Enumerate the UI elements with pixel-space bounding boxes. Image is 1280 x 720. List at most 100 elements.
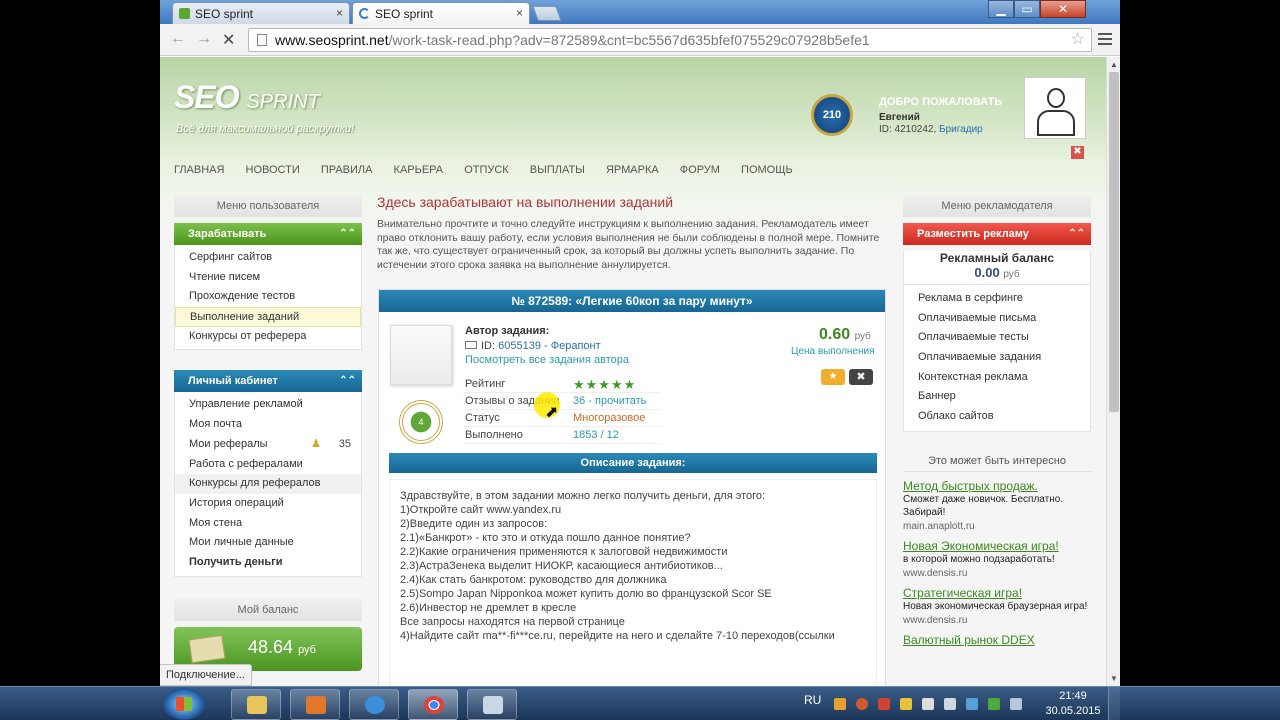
scrollbar-thumb[interactable] xyxy=(1109,72,1119,412)
avatar[interactable] xyxy=(1024,77,1086,139)
user-name: Евгений xyxy=(879,112,920,123)
taskbar-app[interactable] xyxy=(467,689,517,720)
favorite-star-button[interactable]: ★ xyxy=(821,369,845,385)
menu-item-site-cloud[interactable]: Облако сайтов xyxy=(904,407,1090,427)
nav-payouts[interactable]: Выплаты xyxy=(530,164,585,176)
taskbar-chrome[interactable] xyxy=(408,689,458,720)
tab-close-icon[interactable]: × xyxy=(336,6,343,20)
language-indicator[interactable]: RU xyxy=(804,693,821,707)
menu-item-withdraw[interactable]: Получить деньги xyxy=(175,553,361,573)
show-desktop-button[interactable] xyxy=(1108,687,1120,720)
chevron-up-icon: ⌃⌃ xyxy=(1068,228,1085,239)
description-header: Описание задания: xyxy=(389,453,877,473)
network-icon[interactable] xyxy=(966,698,978,710)
menu-item-contests[interactable]: Конкурсы от реферера xyxy=(175,327,361,347)
ad-description: в которой можно подзаработать! xyxy=(903,553,1055,565)
status-bar: Подключение... xyxy=(160,664,252,686)
reviews-link[interactable]: 36 - прочитать xyxy=(573,393,646,410)
menu-item-paid-letters[interactable]: Оплачиваемые письма xyxy=(904,309,1090,329)
menu-item-surfing[interactable]: Серфинг сайтов xyxy=(175,248,361,268)
tab-label: SEO sprint xyxy=(375,7,434,21)
menu-item-tests[interactable]: Прохождение тестов xyxy=(175,287,361,307)
menu-item-referral-contests[interactable]: Конкурсы для рефералов xyxy=(175,474,361,494)
ad-title-link[interactable]: Новая Экономическая игра! xyxy=(903,539,1091,553)
tray-network-warning-icon[interactable] xyxy=(878,698,890,710)
nav-vacation[interactable]: Отпуск xyxy=(464,164,509,176)
tray-muted-icon[interactable] xyxy=(922,698,934,710)
menu-item-paid-tasks[interactable]: Оплачиваемые задания xyxy=(904,348,1090,368)
scroll-down-icon[interactable]: ▼ xyxy=(1110,674,1118,683)
see-all-author-tasks-link[interactable]: Посмотреть все задания автора xyxy=(465,354,629,366)
address-bar[interactable]: www.seosprint.net/work-task-read.php?adv… xyxy=(248,28,1092,52)
tab-strip: SEO sprint × SEO sprint × ▁ ▭ ✕ xyxy=(160,0,1120,24)
close-icon[interactable]: ✖ xyxy=(1071,146,1084,159)
tray-app-icon[interactable] xyxy=(834,698,846,710)
user-rank-link[interactable]: Бригадир xyxy=(939,124,983,135)
menu-item-ad-surfing[interactable]: Реклама в серфинге xyxy=(904,289,1090,309)
interest-title: Это может быть интересно xyxy=(903,450,1091,472)
nav-rules[interactable]: Правила xyxy=(321,164,373,176)
taskbar-media-player[interactable] xyxy=(290,689,340,720)
nav-forum[interactable]: Форум xyxy=(680,164,720,176)
tab-seosprint-1[interactable]: SEO sprint × xyxy=(172,2,350,24)
ad-item: Стратегическая игра! Новая экономическая… xyxy=(903,586,1091,626)
new-tab-button[interactable] xyxy=(532,6,562,21)
menu-item-wall[interactable]: Моя стена xyxy=(175,514,361,534)
chrome-menu-icon[interactable] xyxy=(1098,33,1112,48)
envelope-icon[interactable] xyxy=(465,341,477,349)
maximize-button[interactable]: ▭ xyxy=(1014,0,1040,18)
volume-icon[interactable] xyxy=(944,698,956,710)
menu-item-history[interactable]: История операций xyxy=(175,494,361,514)
place-ad-button[interactable]: Разместить рекламу ⌃⌃ xyxy=(903,223,1091,245)
ad-title-link[interactable]: Стратегическая игра! xyxy=(903,586,1091,600)
menu-item-personal-data[interactable]: Мои личные данные xyxy=(175,533,361,553)
tray-app-icon[interactable] xyxy=(856,698,868,710)
user-id: ID: 4210242, Бригадир xyxy=(879,124,983,135)
earn-section-header[interactable]: Зарабатывать ⌃⌃ xyxy=(174,223,362,245)
cabinet-section-header[interactable]: Личный кабинет ⌃⌃ xyxy=(174,370,362,393)
menu-item-context-ads[interactable]: Контекстная реклама xyxy=(904,368,1090,388)
nav-help[interactable]: Помощь xyxy=(741,164,793,176)
balance-amount: 48.64 руб xyxy=(248,636,316,657)
tray-app-icon[interactable] xyxy=(988,698,1000,710)
vertical-scrollbar[interactable]: ▲ ▼ xyxy=(1106,57,1120,686)
tab-seosprint-2[interactable]: SEO sprint × xyxy=(352,2,530,24)
money-icon xyxy=(188,634,226,663)
chevron-up-icon: ⌃⌃ xyxy=(339,375,356,387)
ad-item: Валютный рынок DDEX xyxy=(903,633,1091,647)
site-logo[interactable]: SEO SPRINT xyxy=(174,79,320,116)
stat-done: Выполнено 1853 / 12 xyxy=(463,427,661,444)
nav-career[interactable]: Карьера xyxy=(394,164,444,176)
back-icon[interactable]: ← xyxy=(170,30,186,48)
nav-home[interactable]: Главная xyxy=(174,164,224,176)
menu-item-paid-tests[interactable]: Оплачиваемые тесты xyxy=(904,328,1090,348)
tray-app-icon[interactable] xyxy=(900,698,912,710)
internet-explorer-icon xyxy=(365,696,385,714)
bookmark-star-icon[interactable]: ☆ xyxy=(1071,29,1085,51)
ad-title-link[interactable]: Валютный рынок DDEX xyxy=(903,633,1091,647)
menu-item-tasks[interactable]: Выполнение заданий xyxy=(175,307,361,327)
menu-item-mail[interactable]: Моя почта xyxy=(175,415,361,435)
ad-url: www.densis.ru xyxy=(903,567,968,579)
ad-title-link[interactable]: Метод быстрых продаж. xyxy=(903,479,1091,493)
menu-item-referral-work[interactable]: Работа с рефералами xyxy=(175,455,361,475)
close-window-button[interactable]: ✕ xyxy=(1040,0,1086,18)
menu-item-letters[interactable]: Чтение писем xyxy=(175,268,361,288)
system-clock[interactable]: 21:49 30.05.2015 xyxy=(1043,689,1103,719)
menu-item-ad-management[interactable]: Управление рекламой xyxy=(175,395,361,415)
tray-app-icon[interactable] xyxy=(1010,698,1022,710)
taskbar-explorer[interactable] xyxy=(231,689,281,720)
taskbar-internet-explorer[interactable] xyxy=(349,689,399,720)
minimize-button[interactable]: ▁ xyxy=(988,0,1014,18)
menu-item-referrals[interactable]: Мои рефералы ♟ 35 xyxy=(175,435,361,455)
stop-loading-icon[interactable]: ✕ xyxy=(222,30,235,50)
hide-task-button[interactable]: ✖ xyxy=(849,369,873,385)
stat-reviews: Отзывы о задании 36 - прочитать xyxy=(463,393,661,410)
scroll-up-icon[interactable]: ▲ xyxy=(1110,60,1118,69)
nav-fair[interactable]: Ярмарка xyxy=(606,164,659,176)
tab-close-icon[interactable]: × xyxy=(516,6,523,20)
menu-item-banner[interactable]: Баннер xyxy=(904,387,1090,407)
nav-news[interactable]: Новости xyxy=(246,164,300,176)
author-link[interactable]: 6055139 - Ферапонт xyxy=(498,340,601,352)
forward-icon[interactable]: → xyxy=(196,30,212,48)
